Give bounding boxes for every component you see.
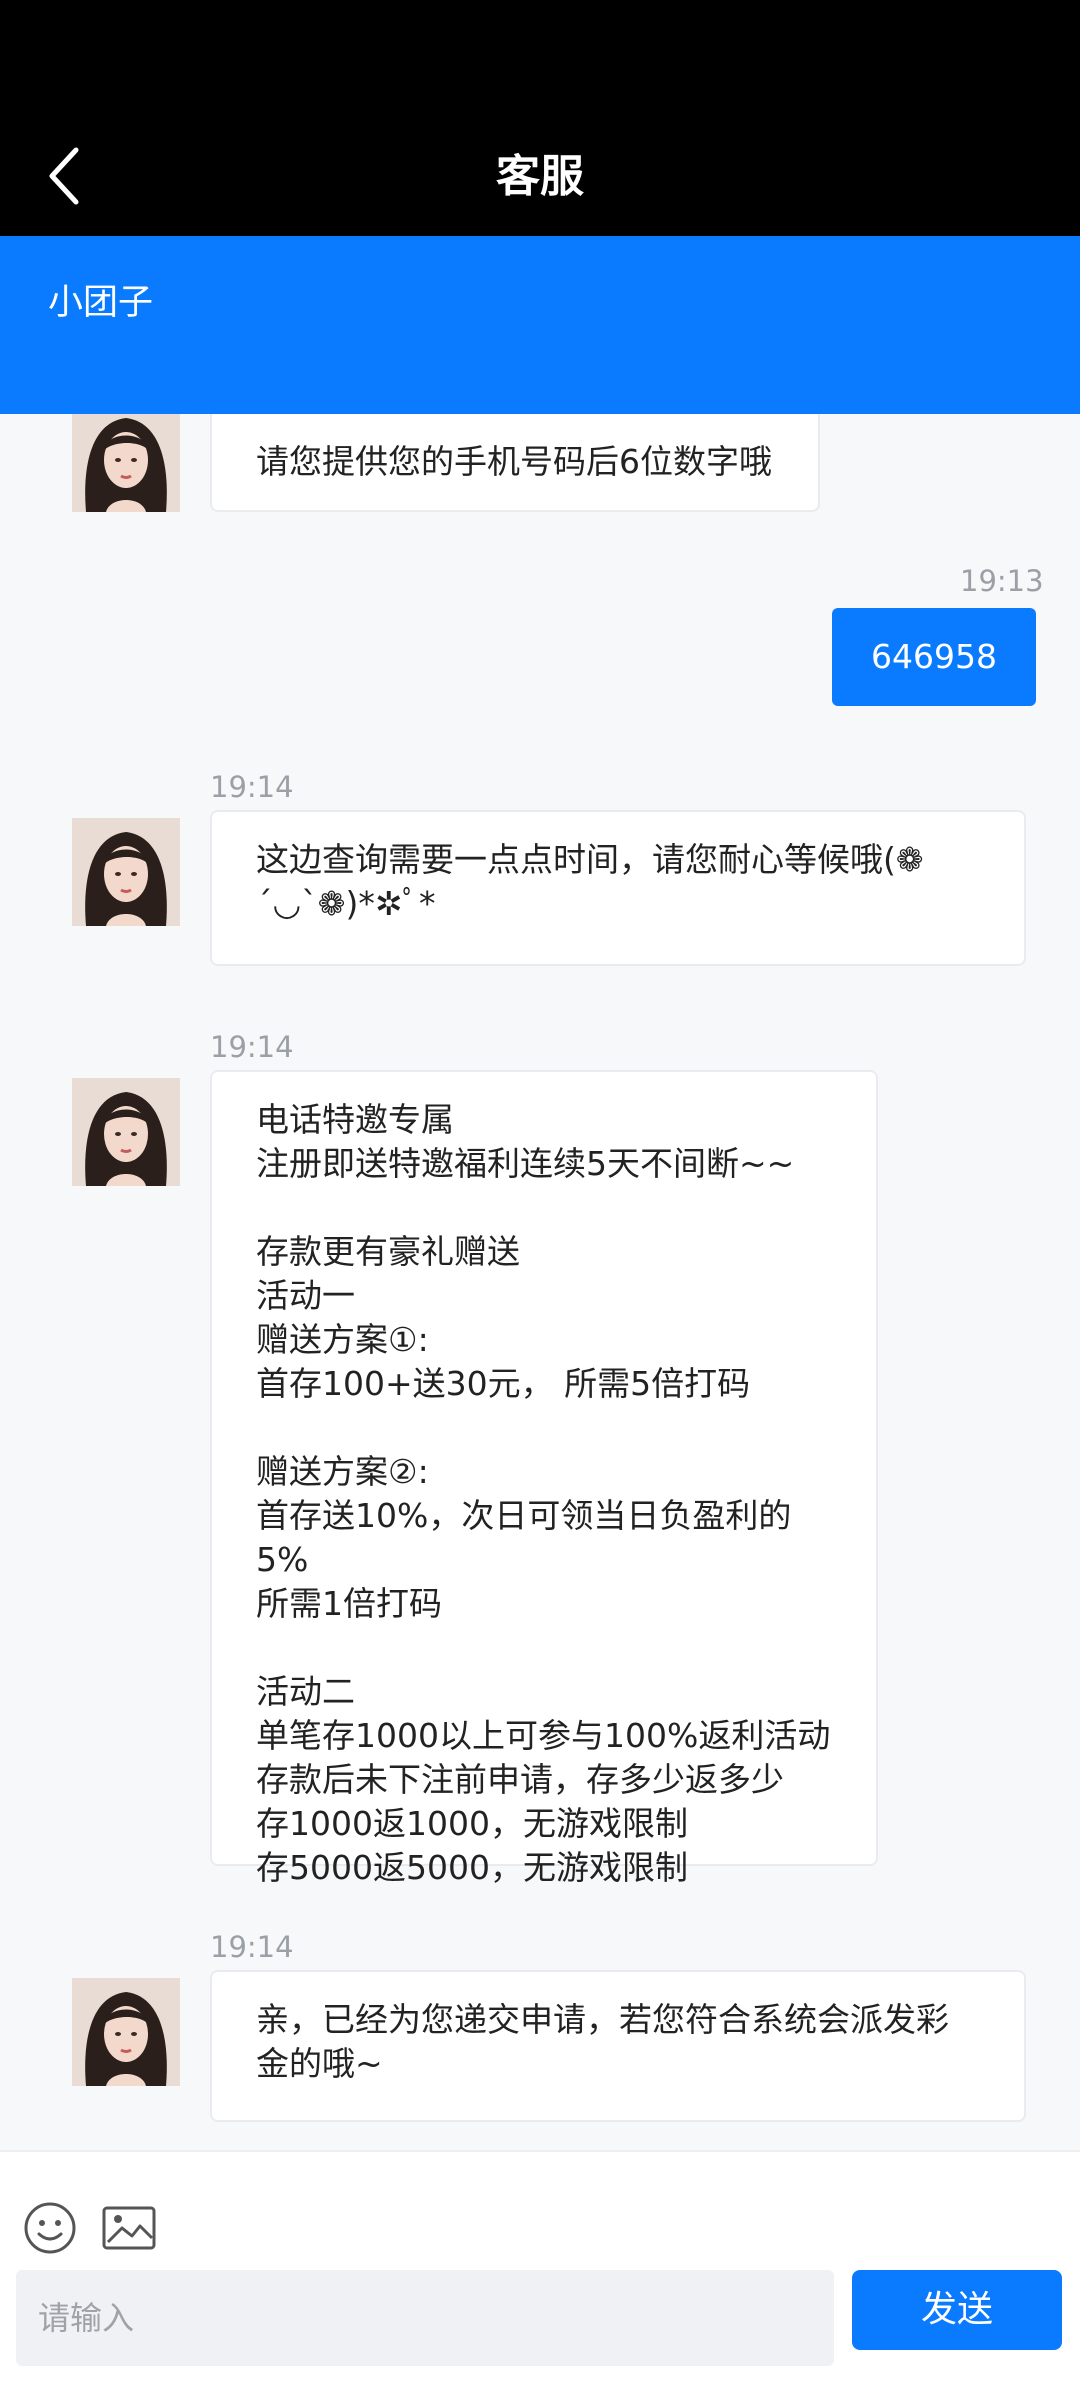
message-bubble: 电话特邀专属 注册即送特邀福利连续5天不间断~~ 存款更有豪礼赠送 活动一 赠送… <box>210 1070 878 1887</box>
message-input[interactable] <box>16 2270 834 2366</box>
message-bubble: 请您提供您的手机号码后6位数字哦 <box>210 414 820 512</box>
status-bar <box>0 0 1080 118</box>
message-time: 19:14 <box>210 770 294 804</box>
message-time: 19:14 <box>210 1930 294 1964</box>
agent-avatar <box>72 414 180 512</box>
composer: 发送 <box>0 2150 1080 2400</box>
message-bubble: 亲，已经为您递交申请，若您符合系统会派发彩 金的哦~ <box>210 1970 1026 2122</box>
agent-avatar <box>72 1978 180 2086</box>
chat-area[interactable]: 请您提供您的手机号码后6位数字哦 19:13 646958 19:14 这边查询… <box>0 414 1080 2150</box>
user-message-bubble: 646958 <box>832 608 1036 706</box>
agent-avatar <box>72 1078 180 1186</box>
message-time: 19:13 <box>960 564 1044 598</box>
agent-name: 小团子 <box>48 283 154 323</box>
emoji-icon[interactable] <box>20 2198 80 2258</box>
message-time: 19:14 <box>210 1030 294 1064</box>
image-icon[interactable] <box>98 2198 162 2258</box>
agent-bar: 小团子 <box>0 236 1080 414</box>
agent-avatar <box>72 818 180 926</box>
title-bar: 客服 <box>0 118 1080 236</box>
send-button[interactable]: 发送 <box>852 2270 1062 2350</box>
message-bubble: 这边查询需要一点点时间，请您耐心等候哦(❁ ´◡`❁)*✲ﾟ* <box>210 810 1026 966</box>
page-title: 客服 <box>496 151 584 202</box>
